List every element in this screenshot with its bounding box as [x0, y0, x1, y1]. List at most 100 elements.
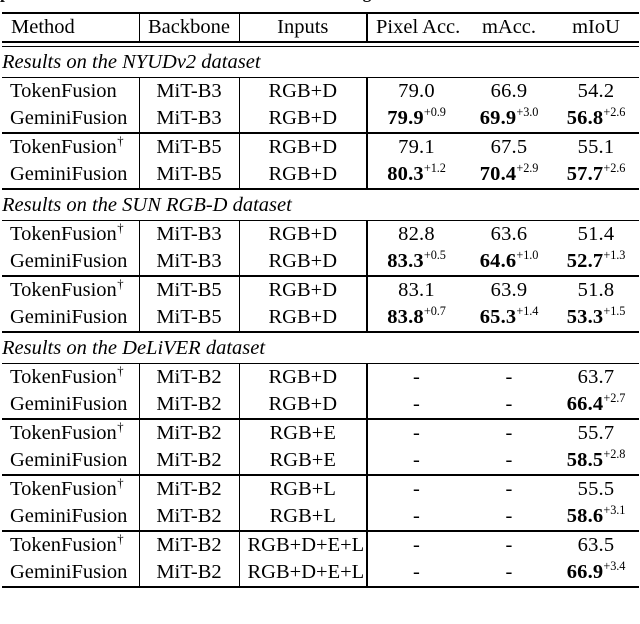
metric-value: 57.7	[566, 163, 604, 186]
column-header-label: Backbone	[148, 16, 230, 39]
cell-backbone: MiT-B3	[139, 78, 240, 105]
cell-macc: -	[465, 503, 553, 531]
cell-pixel-acc: -	[367, 364, 465, 391]
metric-value: 64.6	[479, 250, 517, 273]
method-name: TokenFusion	[10, 80, 117, 103]
cell-pixel-acc-value: -	[368, 394, 465, 415]
metric-value: 67.5	[490, 136, 528, 159]
cell-method: GeminiFusion	[2, 248, 140, 276]
results-table: Method Backbone Inputs Pixel Acc. mAcc. mIoU R…	[2, 12, 639, 589]
cell-miou-value: 63.7	[553, 367, 639, 388]
cell-pixel-acc: 83.1	[367, 277, 465, 304]
metric-value: 55.7	[577, 422, 615, 445]
cell-inputs: RGB+D	[239, 221, 368, 248]
table-rule-line	[2, 586, 639, 589]
inputs-modalities: RGB+E	[269, 422, 336, 445]
metric-value: 54.2	[577, 80, 615, 103]
cell-pixel-acc-value: 83.1	[368, 280, 465, 301]
cell-backbone: MiT-B5	[139, 161, 240, 189]
cell-macc-value: -	[465, 450, 553, 471]
metric-value: 58.6	[566, 505, 604, 528]
method-name: GeminiFusion	[10, 561, 128, 584]
section-label-row: Results on the DeLiVER dataset	[2, 333, 639, 364]
cell-macc-value: -	[465, 367, 553, 388]
metric-delta: +1.4	[516, 304, 539, 319]
backbone-name: MiT-B3	[156, 107, 222, 130]
cell-pixel-acc-value: 79.9+0.9	[368, 106, 465, 130]
metric-value: -	[412, 422, 421, 445]
cell-backbone: MiT-B2	[139, 559, 240, 587]
metric-value: 51.8	[577, 279, 615, 302]
cell-pixel-acc: -	[367, 532, 465, 559]
table-row: TokenFusion† MiT-B2 RGB+D - - 63.7	[2, 364, 639, 391]
cell-pixel-acc: 79.1	[367, 134, 465, 161]
inputs-modalities: RGB+D	[268, 250, 338, 273]
section-label: Results on the NYUDv2 dataset	[2, 50, 261, 73]
cell-macc-value: -	[465, 423, 553, 444]
backbone-name: MiT-B2	[156, 393, 222, 416]
cell-inputs: RGB+D	[239, 105, 368, 133]
metric-value: 83.8	[387, 306, 424, 329]
cell-backbone: MiT-B3	[139, 248, 240, 276]
cell-pixel-acc: 83.8+0.7	[367, 304, 465, 332]
cell-backbone: MiT-B2	[139, 532, 240, 559]
cell-method: TokenFusion†	[2, 364, 140, 391]
backbone-name: MiT-B2	[156, 478, 222, 501]
method-name: TokenFusion†	[10, 221, 124, 246]
cell-inputs: RGB+L	[239, 503, 368, 531]
cell-miou-value: 51.4	[553, 224, 639, 245]
metric-value: -	[412, 534, 421, 557]
metric-value: -	[412, 478, 421, 501]
metric-delta: +2.8	[603, 447, 626, 462]
inputs-modalities: RGB+D+E+L	[247, 561, 365, 584]
cell-method: TokenFusion†	[2, 134, 140, 161]
method-name: GeminiFusion	[10, 107, 128, 130]
cell-pixel-acc-value: -	[368, 423, 465, 444]
inputs-modalities: RGB+D	[268, 107, 338, 130]
cell-miou: 55.5	[553, 476, 639, 503]
backbone-name: MiT-B5	[156, 163, 222, 186]
cell-macc-value: 63.9	[465, 280, 553, 301]
dagger-marker-icon: †	[117, 277, 124, 292]
inputs-modalities: RGB+D+E+L	[247, 534, 365, 557]
column-header-method: Method	[2, 14, 140, 42]
cell-miou: 51.8	[553, 277, 639, 304]
metric-value: -	[412, 449, 421, 472]
inputs-modalities: RGB+D	[268, 163, 338, 186]
backbone-name: MiT-B5	[156, 306, 222, 329]
cell-miou: 58.5+2.8	[553, 447, 639, 475]
cell-macc-value: 70.4+2.9	[465, 162, 553, 186]
metric-value: -	[505, 449, 513, 472]
cell-backbone: MiT-B2	[139, 364, 240, 391]
metric-value: 66.9	[566, 561, 604, 584]
inputs-modalities: RGB+D	[268, 306, 338, 329]
results-table-container: Method Backbone Inputs Pixel Acc. mAcc. mIoU R…	[0, 12, 640, 589]
table-row: GeminiFusion MiT-B5 RGB+D 83.8+0.7 65.3+1.4 5…	[2, 304, 639, 332]
cell-macc: -	[465, 420, 553, 447]
inputs-modalities: RGB+L	[269, 505, 336, 528]
cell-inputs: RGB+D	[239, 248, 368, 276]
inputs-modalities: RGB+D	[268, 80, 338, 103]
cell-macc: 63.6	[465, 221, 553, 248]
section-label: Results on the DeLiVER dataset	[2, 336, 266, 359]
cell-miou-value: 66.9+3.4	[553, 560, 639, 584]
cell-method: TokenFusion†	[2, 221, 140, 248]
dagger-marker-icon: †	[117, 476, 124, 491]
cell-miou-value: 55.5	[553, 479, 639, 500]
cell-macc: -	[465, 476, 553, 503]
cell-backbone: MiT-B5	[139, 134, 240, 161]
cell-pixel-acc-value: -	[368, 450, 465, 471]
table-row: GeminiFusion MiT-B2 RGB+D+E+L - - 66.9+3.4	[2, 559, 639, 587]
cell-backbone: MiT-B2	[139, 420, 240, 447]
metric-value: 63.6	[490, 223, 528, 246]
metric-value: 70.4	[479, 163, 517, 186]
metric-value: 79.9	[387, 107, 424, 130]
cell-miou-value: 57.7+2.6	[553, 162, 639, 186]
metric-delta: +2.7	[603, 391, 626, 406]
cell-backbone: MiT-B3	[139, 105, 240, 133]
cell-inputs: RGB+L	[239, 476, 368, 503]
cell-pixel-acc: -	[367, 391, 465, 419]
method-name: TokenFusion†	[10, 420, 124, 445]
cell-macc-value: 69.9+3.0	[465, 106, 553, 129]
cell-pixel-acc: -	[367, 447, 465, 475]
